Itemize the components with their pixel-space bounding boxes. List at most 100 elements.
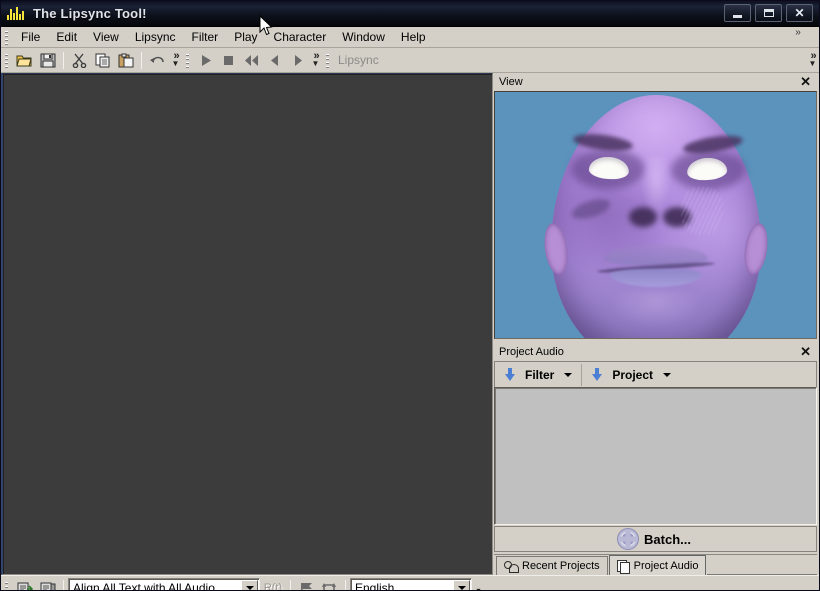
bottom-separator-3 — [345, 579, 346, 590]
export-text-icon — [40, 582, 55, 590]
document-workspace[interactable] — [1, 73, 493, 575]
window-title: The Lipsync Tool! — [33, 6, 147, 21]
copy-icon — [95, 53, 109, 67]
character-head-render — [540, 95, 771, 338]
tab-project-audio-label: Project Audio — [633, 559, 699, 572]
tab-recent-projects[interactable]: Recent Projects — [496, 556, 608, 575]
minimize-icon — [733, 14, 742, 18]
lower-lip — [609, 269, 702, 287]
project-button-label: Project — [612, 367, 654, 382]
play-button[interactable] — [194, 50, 217, 71]
menu-edit[interactable]: Edit — [48, 28, 85, 46]
flag-button[interactable] — [295, 578, 318, 590]
waveform-icon — [7, 6, 25, 22]
toolbar-gripper-transport[interactable] — [184, 51, 192, 69]
menu-file[interactable]: File — [13, 28, 48, 46]
view-panel: View ✕ — [494, 73, 817, 339]
close-icon: ✕ — [794, 6, 805, 20]
chevron-down-icon — [457, 586, 466, 590]
pa-toolbar-separator — [581, 363, 583, 386]
toolbar-gripper-lipsync[interactable] — [324, 51, 332, 69]
language-combo[interactable]: English — [350, 577, 472, 590]
project-audio-list[interactable] — [494, 387, 817, 525]
batch-button-label: Batch... — [644, 531, 691, 547]
batch-bar: Batch... — [494, 526, 817, 552]
chevron-down-icon: ▼ — [311, 59, 320, 68]
filter-button-label: Filter — [525, 367, 555, 382]
import-text-button[interactable] — [13, 578, 36, 590]
stop-icon — [224, 55, 233, 65]
align-mode-combo[interactable]: Align All Text with All Audio — [68, 577, 260, 591]
cheek-shadow-left — [569, 195, 612, 223]
paste-icon — [118, 53, 133, 67]
menu-lipsync[interactable]: Lipsync — [127, 28, 184, 46]
body-area: View ✕ Project Audio ✕ Filter Project Ba… — [1, 73, 819, 575]
rt-button[interactable]: R(t) — [260, 578, 286, 590]
bottom-toolbar-gripper[interactable] — [3, 579, 11, 590]
toolbar-separator-2 — [141, 51, 142, 69]
rewind-icon — [244, 54, 258, 66]
chevron-down-icon: ▼ — [171, 59, 180, 68]
bottom-toolbar: Align All Text with All Audio R(t) Engli… — [1, 575, 819, 591]
lipsync-combo-value: Lipsync — [338, 53, 379, 67]
rewind-button[interactable] — [240, 50, 263, 71]
export-text-button[interactable] — [36, 578, 59, 590]
stop-button[interactable] — [217, 50, 240, 71]
view-panel-title: View — [499, 76, 523, 88]
tab-project-audio[interactable]: Project Audio — [608, 555, 707, 575]
batch-button[interactable]: Batch... — [610, 529, 701, 549]
gear-icon — [620, 531, 637, 547]
loop-button[interactable] — [318, 578, 341, 590]
menu-help[interactable]: Help — [393, 28, 434, 46]
lipsync-combo[interactable]: Lipsync — [334, 50, 806, 71]
language-dropdown-button[interactable] — [453, 579, 470, 590]
view-panel-close-icon[interactable]: ✕ — [800, 74, 811, 89]
maximize-button[interactable] — [755, 4, 782, 22]
toolbar-overflow-1-icon[interactable]: » ▼ — [169, 51, 182, 68]
window-controls: ✕ — [724, 4, 813, 22]
project-dropdown-button[interactable]: Project — [583, 363, 681, 386]
toolbar-overflow-3-icon[interactable]: » ▼ — [806, 51, 819, 68]
open-button[interactable] — [13, 50, 36, 71]
3d-viewport[interactable] — [494, 91, 817, 339]
bottom-toolbar-overflow-icon[interactable]: ▾ — [472, 581, 485, 591]
download-arrow-icon — [505, 368, 515, 381]
cut-button[interactable] — [68, 50, 91, 71]
paste-button[interactable] — [114, 50, 137, 71]
align-mode-value: Align All Text with All Audio — [73, 581, 215, 591]
menu-view[interactable]: View — [85, 28, 127, 46]
menu-overflow-chevron-icon[interactable]: » — [791, 28, 805, 38]
toolbar-gripper-file[interactable] — [3, 51, 11, 69]
people-icon — [504, 560, 519, 573]
application-window: The Lipsync Tool! ✕ File Edit View Lipsy… — [0, 0, 820, 591]
close-button[interactable]: ✕ — [786, 4, 813, 22]
menu-bar: File Edit View Lipsync Filter Play Chara… — [1, 27, 819, 48]
project-audio-close-icon[interactable]: ✕ — [800, 344, 811, 359]
next-frame-button[interactable] — [286, 50, 309, 71]
cheek-texture — [680, 187, 723, 235]
bottom-separator-2 — [290, 579, 291, 590]
save-button[interactable] — [36, 50, 59, 71]
menu-play[interactable]: Play — [226, 28, 265, 46]
chin — [610, 291, 701, 327]
documents-icon — [616, 559, 630, 574]
previous-frame-icon — [270, 54, 278, 66]
filter-dropdown-button[interactable]: Filter — [496, 363, 582, 386]
menu-filter[interactable]: Filter — [184, 28, 227, 46]
toolbar-overflow-2-icon[interactable]: » ▼ — [309, 51, 322, 68]
previous-frame-button[interactable] — [263, 50, 286, 71]
cut-icon — [72, 53, 87, 68]
align-mode-dropdown-button[interactable] — [241, 579, 258, 590]
chevron-down-icon — [245, 586, 254, 590]
minimize-button[interactable] — [724, 4, 751, 22]
menu-window[interactable]: Window — [334, 28, 393, 46]
menu-gripper[interactable] — [3, 28, 11, 46]
ear-right — [740, 221, 771, 277]
menu-character[interactable]: Character — [266, 28, 335, 46]
undo-button[interactable] — [146, 50, 169, 71]
ear-left — [540, 221, 571, 277]
copy-button[interactable] — [91, 50, 114, 71]
open-icon — [16, 55, 32, 66]
right-dock: View ✕ Project Audio ✕ Filter Project Ba… — [493, 73, 819, 575]
maximize-icon — [763, 9, 774, 17]
